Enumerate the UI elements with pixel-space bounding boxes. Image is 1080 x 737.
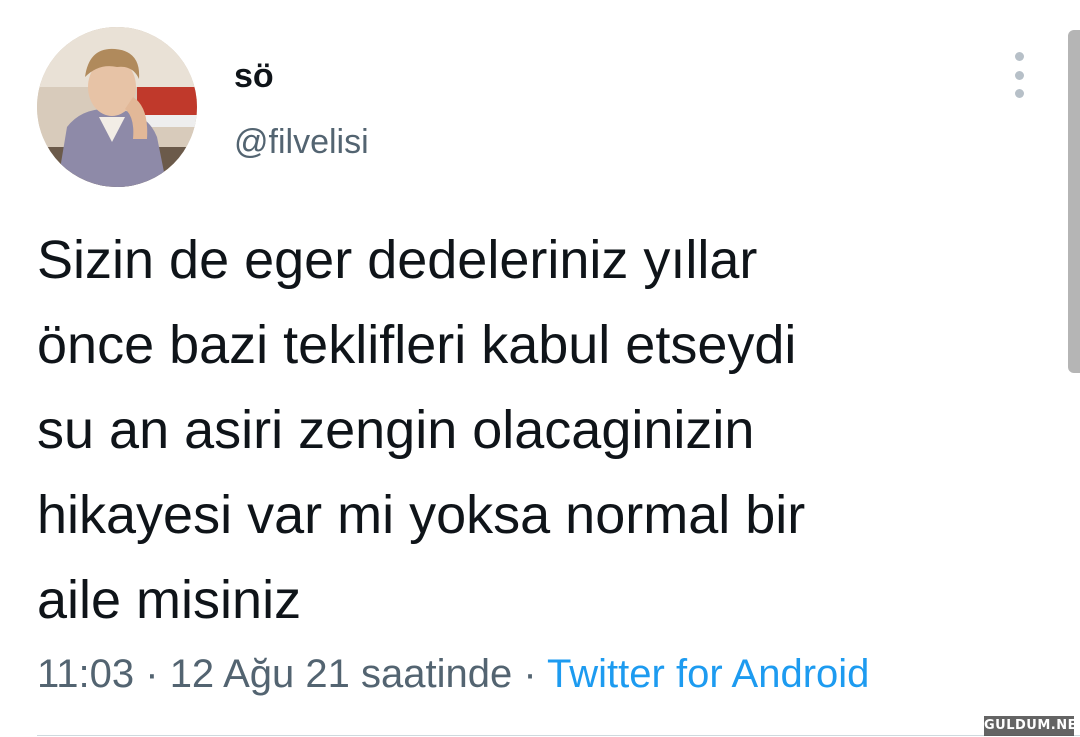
- user-handle[interactable]: @filvelisi: [234, 122, 369, 162]
- display-name[interactable]: sö: [234, 56, 274, 96]
- tweet-text: Sizin de eger dedeleriniz yıllar önce ba…: [37, 218, 1017, 643]
- meta-separator: ·: [134, 652, 170, 696]
- scrollbar[interactable]: [1068, 30, 1080, 373]
- tweet-text-line: aile misiniz: [37, 570, 302, 630]
- more-options-icon[interactable]: [1004, 52, 1034, 98]
- tweet-text-line: hikayesi var mi yoksa normal bir: [37, 485, 806, 545]
- tweet-time[interactable]: 11:03: [37, 652, 134, 696]
- more-dot: [1014, 70, 1024, 80]
- watermark-logo: GULDUM.NET: [984, 716, 1080, 736]
- meta-separator: ·: [512, 652, 548, 696]
- tweet-date[interactable]: 12 Ağu 21 saatinde: [170, 652, 513, 696]
- tweet-text-line: önce bazi teklifleri kabul etseydi: [37, 315, 797, 375]
- avatar-photo: [37, 27, 197, 187]
- avatar[interactable]: [37, 27, 197, 187]
- more-dot: [1014, 52, 1024, 61]
- more-dot: [1014, 89, 1024, 98]
- tweet-text-line: su an asiri zengin olacaginizin: [37, 400, 755, 460]
- tweet-source-link[interactable]: Twitter for Android: [547, 652, 869, 696]
- divider: [37, 735, 1080, 736]
- tweet-metadata: 11:03 · 12 Ağu 21 saatinde · Twitter for…: [37, 648, 869, 700]
- tweet-text-line: Sizin de eger dedeleriniz yıllar: [37, 230, 758, 290]
